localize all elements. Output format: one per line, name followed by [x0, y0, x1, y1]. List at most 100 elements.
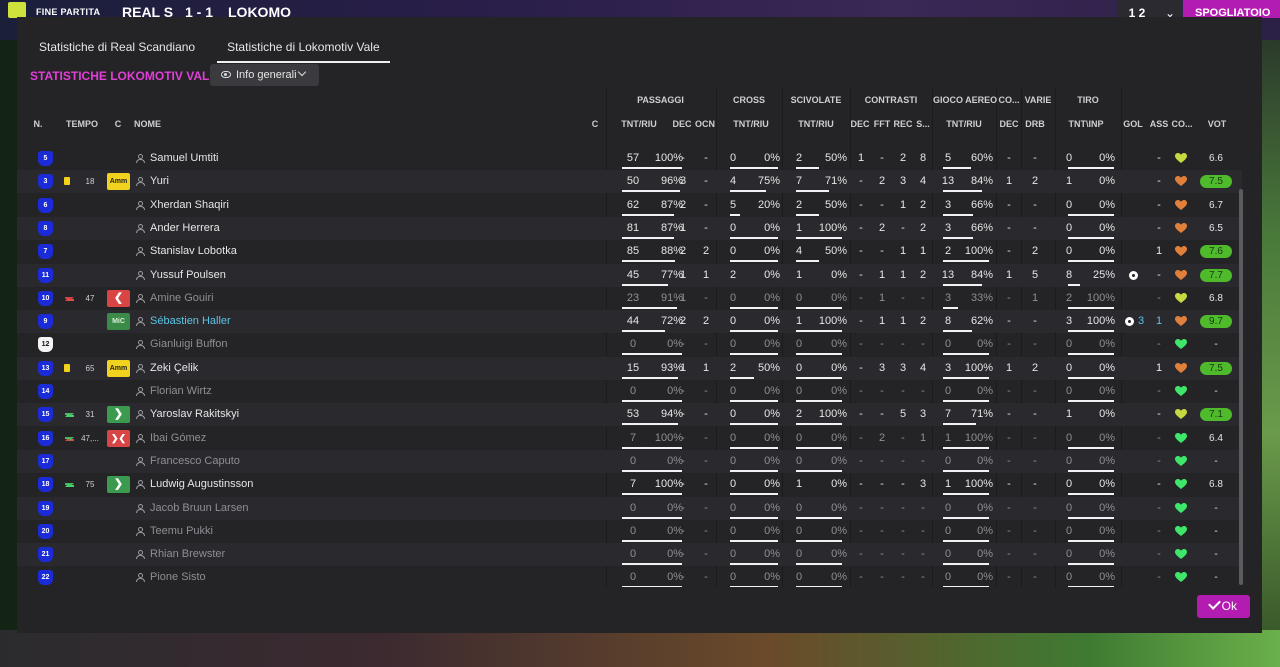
player-name[interactable]: Rhian Brewster — [150, 543, 225, 566]
table-row[interactable]: 9 MiC Sébastien Haller 44 72% 2 2 0 0% 1 100% -1 1 2 8… — [17, 310, 1242, 333]
co-decisive: 1 — [1005, 175, 1013, 187]
player-name[interactable]: Ander Herrera — [150, 217, 220, 240]
co-decisive: - — [1007, 152, 1011, 164]
shirt-number-icon: 18 — [38, 477, 53, 492]
col-c[interactable]: C — [589, 119, 601, 129]
table-row[interactable]: 12 Gianluigi Buffon 0 0% - -0 0% 0 0% - - - -0 0% - -0 0… — [17, 333, 1242, 356]
table-row[interactable]: 8 Ander Herrera 81 87% 1-0 0% 1 100% -2-2 3 66% - -0… — [17, 217, 1242, 240]
pass-chances: - — [704, 548, 708, 560]
col-card[interactable]: C — [112, 119, 124, 129]
player-name[interactable]: Pione Sisto — [150, 566, 206, 587]
player-rating: 7.5 — [1200, 175, 1232, 188]
col-ass[interactable]: ASS — [1148, 119, 1170, 129]
accuracy-bar — [622, 330, 665, 332]
co-decisive: - — [1007, 502, 1011, 514]
pass-chances: - — [704, 152, 708, 164]
match-counter-button[interactable]: 1 2 — [1117, 0, 1157, 20]
col-drb[interactable]: DRB — [1023, 119, 1047, 129]
con-fft: 1 — [878, 292, 886, 304]
col-pass-ocn[interactable]: OCN — [694, 119, 716, 129]
co-decisive: - — [1007, 385, 1011, 397]
accuracy-bar — [943, 563, 989, 565]
pass-chances: - — [704, 222, 708, 234]
table-row[interactable]: 11 Yussuf Poulsen 45 77% 1 1 2 0% 1 0% -1 1 2 13 84% 1 5… — [17, 264, 1242, 287]
player-rating: 6.8 — [1209, 293, 1223, 304]
table-row[interactable]: 10 47 ❮ Amine Gouiri 23 91% 1-0 0% 0 0% -1- -3 33% -1… — [17, 287, 1242, 310]
col-pass-tnt[interactable]: TNT/RIU — [615, 119, 663, 129]
accuracy-bar — [943, 400, 989, 402]
player-name[interactable]: Yussuf Poulsen — [150, 264, 226, 287]
player-name[interactable]: Yaroslav Rakitskyi — [150, 403, 239, 426]
col-time[interactable]: TEMPO — [65, 119, 99, 129]
ok-button[interactable]: Ok — [1197, 595, 1250, 618]
player-name[interactable]: Ludwig Augustinsson — [150, 473, 253, 496]
cross-accuracy: 0% — [764, 571, 780, 583]
player-name[interactable]: Stanislav Lobotka — [150, 240, 237, 263]
col-gol[interactable]: GOL — [1122, 119, 1144, 129]
col-con-dec[interactable]: DEC — [850, 119, 870, 129]
table-row[interactable]: 14 Florian Wirtz 0 0% - -0 0% 0 0% - - - -0 0% - -0 0% - - — [17, 380, 1242, 403]
player-name[interactable]: Amine Gouiri — [150, 287, 214, 310]
table-row[interactable]: 20 Teemu Pukki 0 0% - -0 0% 0 0% - - - -0 0% - -0 0% - - — [17, 520, 1242, 543]
col-sciv-tnt[interactable]: TNT/RIU — [792, 119, 840, 129]
tab-home-stats[interactable]: Statistiche di Real Scandiano — [29, 17, 205, 63]
table-row[interactable]: 5 Samuel Umtiti 57 100% - -0 0% 2 50% 1-2 8 5 60% - -0… — [17, 147, 1242, 170]
table-row[interactable]: 19 Jacob Bruun Larsen 0 0% - -0 0% 0 0% - - - -0 0% - -… — [17, 497, 1242, 520]
accuracy-bar — [943, 260, 989, 262]
table-row[interactable]: 13 65 Amm Zeki Çelik 15 93% 1 1 2 50% 0 0% -3 3 4 3 100%… — [17, 357, 1242, 380]
tab-away-stats[interactable]: Statistiche di Lokomotiv Vale — [217, 17, 390, 63]
assists: - — [1157, 292, 1161, 304]
table-row[interactable]: 22 Pione Sisto 0 0% - -0 0% 0 0% - - - -0 0% - -0 0% - - — [17, 566, 1242, 587]
table-row[interactable]: 3 18 Amm Yuri 50 96% 3-4 75% 7 71% -2 3 4 13 84% 1 2 1 0% -… — [17, 170, 1242, 193]
player-name[interactable]: Sébastien Haller — [150, 310, 231, 333]
player-name[interactable]: Zeki Çelik — [150, 357, 198, 380]
col-name[interactable]: NOME — [134, 119, 174, 129]
col-condition[interactable]: CO... — [1169, 119, 1195, 129]
player-rating: - — [1214, 526, 1218, 537]
player-name[interactable]: Florian Wirtz — [150, 380, 212, 403]
player-name[interactable]: Francesco Caputo — [150, 450, 240, 473]
player-name[interactable]: Jacob Bruun Larsen — [150, 497, 248, 520]
col-number[interactable]: N. — [30, 119, 46, 129]
player-name[interactable]: Xherdan Shaqiri — [150, 194, 229, 217]
accuracy-bar — [796, 423, 842, 425]
table-row[interactable]: 16 47,... ❯❮ Ibai Gómez 7 100% - -0 0% 0 0% -2-1 1 10… — [17, 427, 1242, 450]
table-row[interactable]: 17 Francesco Caputo 0 0% - -0 0% 0 0% - - - -0 0% - -0 0… — [17, 450, 1242, 473]
accuracy-bar — [730, 470, 778, 472]
table-row[interactable]: 21 Rhian Brewster 0 0% - -0 0% 0 0% - - - -0 0% - -0 0% -… — [17, 543, 1242, 566]
view-dropdown[interactable]: Info generali — [210, 64, 319, 86]
dribbles: 2 — [1031, 245, 1039, 257]
col-pass-dec[interactable]: DEC — [671, 119, 693, 129]
table-row[interactable]: 6 Xherdan Shaqiri 62 87% 2-5 20% 2 50% - -1 2 3 66% -… — [17, 194, 1242, 217]
player-name[interactable]: Samuel Umtiti — [150, 147, 218, 170]
player-name[interactable]: Ibai Gómez — [150, 427, 206, 450]
col-tiro-tnt[interactable]: TNT\INP — [1062, 119, 1110, 129]
col-rating[interactable]: VOT — [1204, 119, 1230, 129]
person-icon — [136, 317, 145, 326]
table-row[interactable]: 15 31 ❯ Yaroslav Rakitskyi 53 94% - -0 0% 2 100% - -… — [17, 403, 1242, 426]
player-name[interactable]: Teemu Pukki — [150, 520, 213, 543]
con-rec: 1 — [899, 199, 907, 211]
condition-heart-icon — [1175, 549, 1187, 559]
col-con-s[interactable]: S... — [913, 119, 933, 129]
table-row[interactable]: 18 75 ❯ Ludwig Augustinsson 7 100% - -0 0% 1 0% - - -… — [17, 473, 1242, 496]
con-fft: 2 — [878, 222, 886, 234]
accuracy-bar — [622, 260, 675, 262]
col-aer-tnt[interactable]: TNT/RIU — [940, 119, 988, 129]
co-decisive: 1 — [1005, 362, 1013, 374]
accuracy-bar — [796, 400, 842, 402]
col-cross-tnt[interactable]: TNT/RIU — [727, 119, 775, 129]
dressing-room-button[interactable]: SPOGLIATOIO — [1183, 0, 1280, 19]
co-decisive: - — [1007, 338, 1011, 350]
con-fft: - — [880, 338, 884, 350]
table-scrollbar[interactable] — [1239, 189, 1243, 585]
col-con-fft[interactable]: FFT — [872, 119, 892, 129]
col-con-rec[interactable]: REC — [893, 119, 913, 129]
col-co-dec[interactable]: DEC — [998, 119, 1020, 129]
chevron-down-icon[interactable]: ⌄ — [1158, 0, 1182, 20]
player-name[interactable]: Yuri — [150, 170, 169, 193]
con-rec: - — [901, 478, 905, 490]
table-row[interactable]: 7 Stanislav Lobotka 85 88% 2 2 0 0% 4 50% - -1 1 2 100… — [17, 240, 1242, 263]
accuracy-bar — [730, 586, 778, 587]
player-name[interactable]: Gianluigi Buffon — [150, 333, 227, 356]
